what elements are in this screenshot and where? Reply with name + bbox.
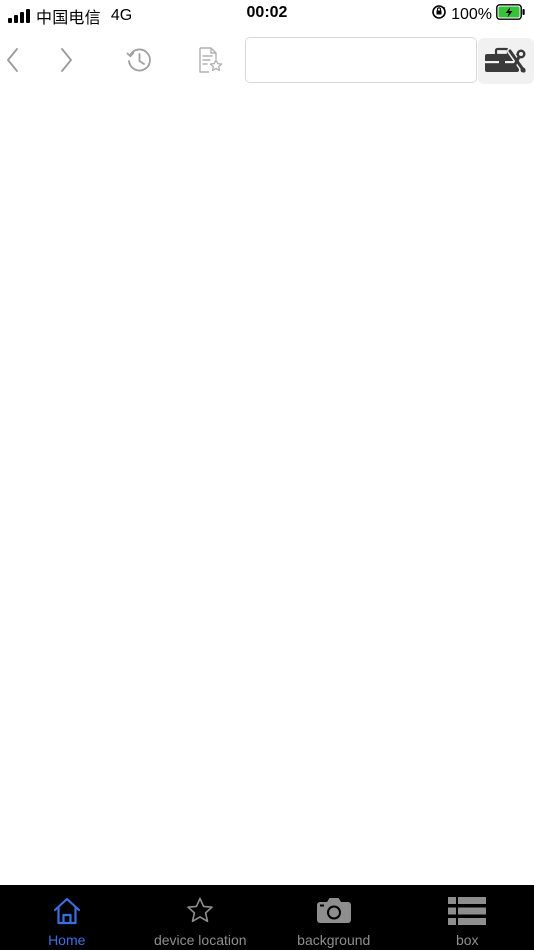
forward-button[interactable] (54, 42, 80, 78)
chevron-right-icon (61, 48, 72, 72)
tab-home[interactable]: Home (0, 885, 134, 950)
tab-box-label: box (455, 932, 479, 948)
screen: 中国电信 4G 00:02 100% Home device location … (0, 0, 534, 950)
tools-button[interactable] (478, 38, 534, 84)
web-content[interactable] (0, 92, 534, 885)
url-input[interactable] (245, 37, 477, 83)
tab-device-location[interactable]: device location (134, 885, 268, 950)
favorites-button[interactable] (192, 42, 228, 78)
tab-background-label: background (297, 932, 371, 948)
home-icon (52, 895, 82, 927)
history-icon (126, 48, 151, 72)
battery-percent: 100% (451, 5, 492, 23)
back-button[interactable] (0, 42, 24, 78)
battery-icon (496, 4, 526, 25)
tab-device-location-label: device location (153, 932, 247, 948)
tab-box[interactable]: box (401, 885, 534, 950)
document-star-icon (199, 47, 223, 73)
camera-icon (315, 895, 353, 927)
toolbox-icon (485, 47, 527, 74)
chevron-left-icon (7, 48, 18, 72)
browser-toolbar (0, 32, 534, 88)
tab-background[interactable]: background (267, 885, 401, 950)
star-icon (185, 895, 215, 927)
status-right: 100% (431, 4, 526, 25)
orientation-lock-icon (431, 4, 447, 25)
tab-bar: Home device location background box (0, 885, 534, 950)
tab-home-label: Home (48, 932, 86, 948)
history-button[interactable] (122, 42, 156, 78)
status-bar: 中国电信 4G 00:02 100% (0, 0, 534, 28)
list-icon (447, 895, 487, 927)
